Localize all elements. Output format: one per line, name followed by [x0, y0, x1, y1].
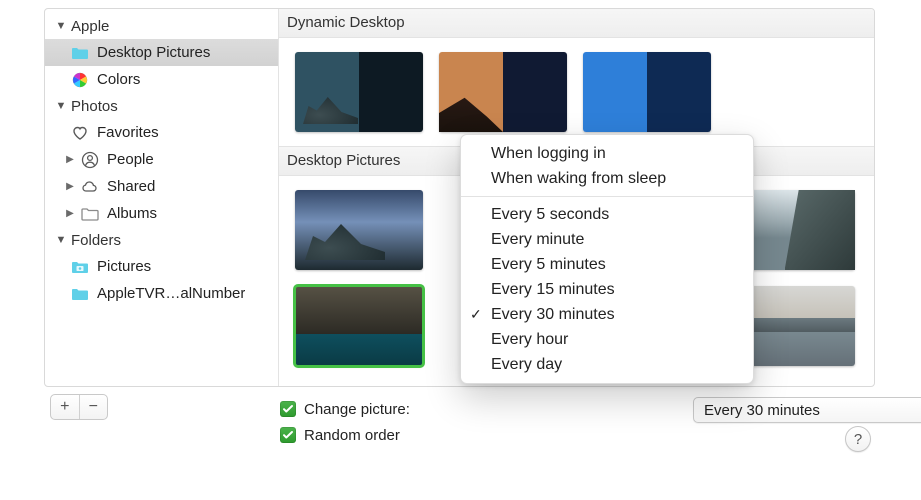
sidebar-item-label: Shared [107, 178, 155, 195]
wallpaper-thumb[interactable] [439, 52, 567, 132]
menu-item-every-minute[interactable]: Every minute [461, 227, 753, 252]
wallpaper-thumb[interactable] [583, 52, 711, 132]
group-label: Photos [71, 98, 118, 115]
plus-icon: + [60, 398, 69, 416]
sidebar-item-pictures-folder[interactable]: Pictures [45, 253, 278, 280]
sidebar-item-label: Desktop Pictures [97, 44, 210, 61]
minus-icon: − [89, 398, 98, 416]
disclosure-triangle-icon[interactable] [55, 234, 67, 246]
menu-item-5-seconds[interactable]: Every 5 seconds [461, 202, 753, 227]
interval-popup-value: Every 30 minutes [704, 402, 820, 419]
menu-item-waking[interactable]: When waking from sleep [461, 166, 753, 191]
sidebar-item-shared[interactable]: Shared [45, 173, 278, 200]
add-remove-segmented: + − [50, 394, 108, 420]
menu-item-15-minutes[interactable]: Every 15 minutes [461, 277, 753, 302]
folder-icon [81, 205, 99, 223]
sidebar-item-label: Pictures [97, 258, 151, 275]
menu-item-logging-in[interactable]: When logging in [461, 141, 753, 166]
folder-icon [71, 44, 89, 62]
sidebar-item-people[interactable]: People [45, 146, 278, 173]
change-picture-row: Change picture: Every 30 minutes [280, 396, 410, 422]
source-list: Apple Desktop Pictures [45, 9, 279, 386]
change-picture-label: Change picture: [304, 401, 410, 418]
sidebar-item-label: Colors [97, 71, 140, 88]
menu-item-every-day[interactable]: Every day [461, 352, 753, 377]
chevron-right-icon[interactable] [65, 208, 75, 219]
menu-item-every-hour[interactable]: Every hour [461, 327, 753, 352]
folder-pictures-icon [71, 258, 89, 276]
group-header-apple[interactable]: Apple [45, 13, 278, 39]
folder-icon [71, 285, 89, 303]
menu-item-30-minutes[interactable]: Every 30 minutes [461, 302, 753, 327]
random-order-row: Random order [280, 422, 410, 448]
sidebar-item-desktop-pictures[interactable]: Desktop Pictures [45, 39, 278, 66]
group-folders: Folders Pictures AppleTVR…alNumber [45, 227, 278, 307]
color-wheel-icon [71, 71, 89, 89]
sidebar-item-favorites[interactable]: Favorites [45, 119, 278, 146]
sidebar-item-label: People [107, 151, 154, 168]
random-order-checkbox[interactable] [280, 427, 296, 443]
wallpaper-thumb-selected[interactable] [295, 286, 423, 366]
sidebar-item-colors[interactable]: Colors [45, 66, 278, 93]
chevron-right-icon[interactable] [65, 181, 75, 192]
sidebar-item-label: AppleTVR…alNumber [97, 285, 245, 302]
disclosure-triangle-icon[interactable] [55, 100, 67, 112]
interval-menu: When logging in When waking from sleep E… [460, 134, 754, 384]
help-button[interactable]: ? [845, 426, 871, 452]
sidebar-item-label: Albums [107, 205, 157, 222]
group-label: Apple [71, 18, 109, 35]
remove-folder-button[interactable]: − [80, 395, 108, 419]
section-header-dynamic: Dynamic Desktop [279, 9, 874, 38]
heart-icon [71, 124, 89, 142]
wallpaper-thumb[interactable] [295, 190, 423, 270]
interval-popup-button[interactable]: Every 30 minutes [693, 397, 921, 423]
add-folder-button[interactable]: + [51, 395, 80, 419]
sidebar-item-albums[interactable]: Albums [45, 200, 278, 227]
disclosure-triangle-icon[interactable] [55, 20, 67, 32]
sidebar-item-appletv-folder[interactable]: AppleTVR…alNumber [45, 280, 278, 307]
change-picture-checkbox[interactable] [280, 401, 296, 417]
menu-item-5-minutes[interactable]: Every 5 minutes [461, 252, 753, 277]
help-icon: ? [854, 431, 862, 448]
group-header-folders[interactable]: Folders [45, 227, 278, 253]
person-icon [81, 151, 99, 169]
group-label: Folders [71, 232, 121, 249]
group-header-photos[interactable]: Photos [45, 93, 278, 119]
menu-separator [461, 196, 753, 197]
wallpaper-thumb[interactable] [295, 52, 423, 132]
desktop-prefs-window: Apple Desktop Pictures [0, 0, 921, 500]
dynamic-desktop-row [279, 38, 874, 146]
chevron-right-icon[interactable] [65, 154, 75, 165]
options: Change picture: Every 30 minutes Random … [280, 396, 410, 448]
cloud-icon [81, 178, 99, 196]
sidebar-item-label: Favorites [97, 124, 159, 141]
random-order-label: Random order [304, 427, 400, 444]
group-photos: Photos Favorites People [45, 93, 278, 227]
group-apple: Apple Desktop Pictures [45, 13, 278, 93]
